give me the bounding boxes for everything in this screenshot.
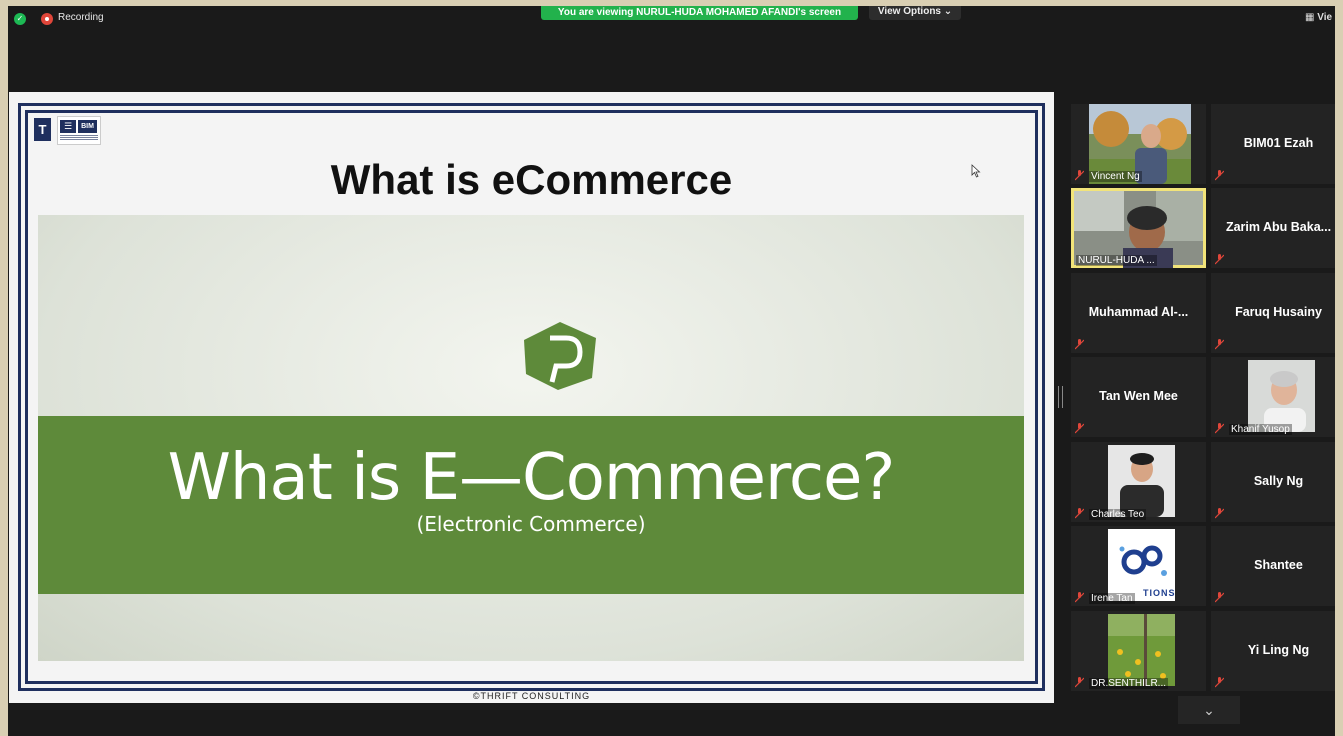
participant-tile[interactable]: Yi Ling Ng: [1211, 611, 1335, 691]
participant-name: Yi Ling Ng: [1247, 643, 1310, 657]
gallery-view-label: Vie: [1317, 12, 1333, 23]
security-shield-icon[interactable]: ✓: [14, 13, 26, 25]
participant-name: Shantee: [1254, 558, 1303, 572]
chevron-down-icon: ⌄: [1203, 702, 1215, 718]
participant-tile[interactable]: TIONS Irene Tan: [1071, 526, 1206, 606]
participant-tile[interactable]: Tan Wen Mee: [1071, 357, 1206, 437]
view-options-button[interactable]: View Options ⌄: [869, 6, 961, 20]
video-title: What is E—Commerce?: [167, 441, 896, 515]
panel-resize-handle[interactable]: [1058, 386, 1063, 408]
grid-icon: ▦: [1305, 12, 1318, 23]
participant-name: NURUL-HUDA ...: [1076, 255, 1157, 266]
participant-tile-active-speaker[interactable]: NURUL-HUDA ...: [1071, 188, 1206, 268]
participant-tile[interactable]: Faruq Husainy: [1211, 273, 1335, 353]
participant-photo: [1108, 445, 1175, 517]
recording-icon: [41, 13, 53, 25]
participant-tile[interactable]: DR.SENTHILR...: [1071, 611, 1206, 691]
participant-name: Tan Wen Mee: [1099, 389, 1178, 403]
embedded-video: What is E—Commerce? (Electronic Commerce…: [38, 215, 1024, 661]
participant-photo: [1108, 614, 1175, 686]
participant-tile[interactable]: Vincent Ng: [1071, 104, 1206, 184]
muted-mic-icon: [1075, 677, 1084, 688]
bim-logo-mark: ☰: [60, 120, 76, 133]
participant-tile[interactable]: Shantee: [1211, 526, 1335, 606]
muted-mic-icon: [1215, 592, 1224, 603]
muted-mic-icon: [1075, 423, 1084, 434]
participant-tile[interactable]: Zarim Abu Baka...: [1211, 188, 1335, 268]
participant-name: Irene Tan: [1089, 593, 1135, 604]
participant-name: Muhammad Al-...: [1088, 305, 1189, 319]
gallery-scroll-down-button[interactable]: ⌄: [1178, 696, 1240, 724]
muted-mic-icon: [1215, 423, 1224, 434]
participant-name: Vincent Ng: [1089, 171, 1142, 182]
gallery-view-button[interactable]: ▦ Vie: [1305, 12, 1332, 23]
participant-photo: [1248, 360, 1315, 432]
slide-footer: ©THRIFT CONSULTING: [472, 691, 591, 701]
thrift-logo: T: [34, 118, 51, 141]
participant-name: Sally Ng: [1253, 474, 1304, 488]
participant-logo-text: TIONS: [1143, 588, 1176, 598]
participant-tile[interactable]: Sally Ng: [1211, 442, 1335, 522]
muted-mic-icon: [1215, 339, 1224, 350]
participant-name: Zarim Abu Baka...: [1225, 220, 1332, 234]
mouse-cursor-icon: [971, 164, 981, 178]
zoom-meeting-window: ✓ Recording You are viewing NURUL-HUDA M…: [8, 6, 1335, 736]
muted-mic-icon: [1215, 170, 1224, 181]
muted-mic-icon: [1215, 677, 1224, 688]
muted-mic-icon: [1215, 254, 1224, 265]
participant-name: DR.SENTHILR...: [1089, 678, 1169, 689]
muted-mic-icon: [1075, 592, 1084, 603]
muted-mic-icon: [1075, 339, 1084, 350]
participant-name: Charles Teo: [1089, 509, 1147, 520]
slide-title: What is eCommerce: [330, 156, 733, 203]
bim-logo: ☰ BIM: [57, 116, 101, 145]
participant-tile[interactable]: Khanif Yusop: [1211, 357, 1335, 437]
participant-tile[interactable]: BIM01 Ezah: [1211, 104, 1335, 184]
participant-name: BIM01 Ezah: [1243, 136, 1314, 150]
hexagon-p-logo-icon: [524, 322, 596, 390]
muted-mic-icon: [1075, 508, 1084, 519]
participant-name: Khanif Yusop: [1229, 424, 1292, 435]
recording-label: Recording: [58, 12, 104, 23]
bim-logo-subtext: [60, 135, 98, 141]
participant-tile[interactable]: Charles Teo: [1071, 442, 1206, 522]
viewing-screen-banner: You are viewing NURUL-HUDA MOHAMED AFAND…: [541, 6, 858, 20]
participant-name: Faruq Husainy: [1235, 305, 1322, 319]
muted-mic-icon: [1075, 170, 1084, 181]
participant-tile[interactable]: Muhammad Al-...: [1071, 273, 1206, 353]
shared-screen-slide: T ☰ BIM What is eCommerce What is E—Comm…: [9, 92, 1054, 703]
muted-mic-icon: [1215, 508, 1224, 519]
video-subtitle: (Electronic Commerce): [416, 512, 646, 536]
bim-logo-text: BIM: [78, 120, 97, 133]
